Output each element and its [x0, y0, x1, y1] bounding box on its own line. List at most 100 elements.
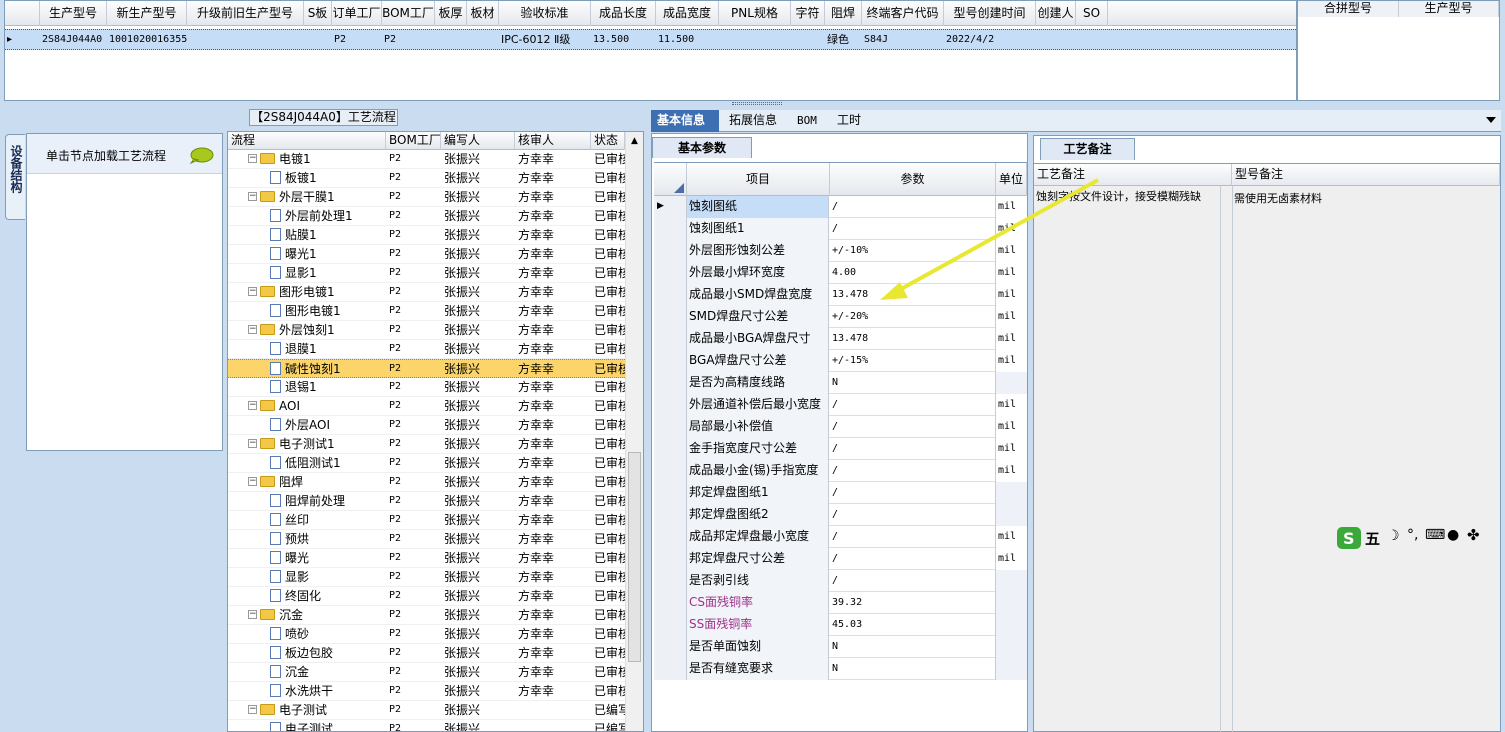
top-cell-11[interactable] — [721, 30, 791, 50]
top-cell-0[interactable]: 2S84J044A0 — [42, 30, 107, 50]
top-cell-15[interactable]: 2022/4/2 — [946, 30, 1036, 50]
tree-row[interactable]: 退膜1 P2 张振兴 方幸幸 已审核 — [228, 340, 626, 359]
tree-row[interactable]: − 图形电镀1 P2 张振兴 方幸幸 已审核 — [228, 283, 626, 302]
top-cell-7[interactable] — [469, 30, 499, 50]
tree-row[interactable]: 水洗烘干 P2 张振兴 方幸幸 已审核 — [228, 682, 626, 701]
tree-row[interactable]: − 电子测试1 P2 张振兴 方幸幸 已审核 — [228, 435, 626, 454]
param-row[interactable]: 成品最小金(锡)手指宽度 / mil — [654, 460, 1027, 482]
tree-row[interactable]: 沉金 P2 张振兴 方幸幸 已审核 — [228, 663, 626, 682]
tree-row[interactable]: 碱性蚀刻1 P2 张振兴 方幸幸 已审核 — [228, 359, 626, 378]
col-model-remark[interactable]: 型号备注 — [1232, 164, 1500, 186]
punctuation-icon[interactable]: °, — [1407, 527, 1418, 543]
param-row[interactable]: 是否为高精度线路 N — [654, 372, 1027, 394]
param-value[interactable]: 39.32 — [830, 592, 996, 614]
collapse-icon[interactable]: − — [248, 401, 257, 410]
equipment-structure-tab[interactable]: 设备结构 — [5, 134, 25, 220]
row-selector[interactable] — [654, 504, 687, 526]
load-header[interactable]: 单击节点加载工艺流程 — [27, 134, 222, 174]
collapse-icon[interactable]: − — [248, 192, 257, 201]
collapse-icon[interactable]: − — [248, 325, 257, 334]
param-value[interactable]: / — [830, 438, 996, 460]
top-col-15[interactable]: 型号创建时间 — [944, 1, 1036, 26]
top-col-1[interactable]: 新生产型号 — [107, 1, 187, 26]
tree-row[interactable]: 喷砂 P2 张振兴 方幸幸 已审核 — [228, 625, 626, 644]
horizontal-splitter[interactable] — [0, 101, 1505, 108]
param-value[interactable]: N — [830, 658, 996, 680]
tree-row[interactable]: 阻焊前处理 P2 张振兴 方幸幸 已审核 — [228, 492, 626, 511]
param-value[interactable]: N — [830, 636, 996, 658]
row-selector[interactable] — [654, 592, 687, 614]
tab-extended-info[interactable]: 拓展信息 — [723, 110, 785, 132]
scroll-thumb[interactable] — [628, 452, 641, 662]
row-selector[interactable] — [654, 394, 687, 416]
top-col-3[interactable]: S板 — [304, 1, 332, 26]
collapse-icon[interactable]: − — [248, 287, 257, 296]
col-reviewer[interactable]: 核审人 — [515, 132, 591, 150]
top-cell-10[interactable]: 11.500 — [658, 30, 719, 50]
tree-row[interactable]: 外层前处理1 P2 张振兴 方幸幸 已审核 — [228, 207, 626, 226]
top-cell-5[interactable]: P2 — [384, 30, 435, 50]
param-value[interactable]: 13.478 — [830, 328, 996, 350]
top-col-5[interactable]: BOM工厂 — [382, 1, 435, 26]
tree-row[interactable]: 贴膜1 P2 张振兴 方幸幸 已审核 — [228, 226, 626, 245]
tree-row[interactable]: 板镀1 P2 张振兴 方幸幸 已审核 — [228, 169, 626, 188]
top-col-9[interactable]: 成品长度 — [591, 1, 656, 26]
top-cell-6[interactable] — [437, 30, 467, 50]
collapse-icon[interactable]: − — [248, 610, 257, 619]
row-selector[interactable] — [654, 372, 687, 394]
top-col-11[interactable]: PNL规格 — [719, 1, 791, 26]
row-selector[interactable] — [654, 240, 687, 262]
param-value[interactable]: / — [830, 482, 996, 504]
tree-row[interactable]: 显影1 P2 张振兴 方幸幸 已审核 — [228, 264, 626, 283]
row-selector[interactable] — [654, 416, 687, 438]
col-prod-model[interactable]: 生产型号 — [1399, 1, 1499, 17]
top-cell-2[interactable] — [189, 30, 304, 50]
param-value[interactable]: N — [830, 372, 996, 394]
tree-row[interactable]: 终固化 P2 张振兴 方幸幸 已审核 — [228, 587, 626, 606]
row-selector[interactable] — [654, 614, 687, 636]
param-value[interactable]: +/-20% — [830, 306, 996, 328]
row-selector[interactable] — [654, 306, 687, 328]
tab-basic-params[interactable]: 基本参数 — [652, 137, 752, 158]
param-row[interactable]: 成品最小BGA焊盘尺寸 13.478 mil — [654, 328, 1027, 350]
row-selector-icon[interactable]: ▸ — [7, 30, 37, 50]
param-row[interactable]: 邦定焊盘尺寸公差 / mil — [654, 548, 1027, 570]
tree-row[interactable]: 图形电镀1 P2 张振兴 方幸幸 已审核 — [228, 302, 626, 321]
param-value[interactable]: / — [830, 570, 996, 592]
col-status[interactable]: 状态 — [591, 132, 625, 150]
tree-row[interactable]: 外层AOI P2 张振兴 方幸幸 已审核 — [228, 416, 626, 435]
collapse-icon[interactable]: − — [248, 705, 257, 714]
tab-work-hours[interactable]: 工时 — [831, 110, 871, 132]
tree-row[interactable]: 丝印 P2 张振兴 方幸幸 已审核 — [228, 511, 626, 530]
param-row[interactable]: 邦定焊盘图纸2/ — [654, 504, 1027, 526]
tree-row[interactable]: − 外层蚀刻1 P2 张振兴 方幸幸 已审核 — [228, 321, 626, 340]
row-selector[interactable] — [654, 438, 687, 460]
tree-row[interactable]: 曝光1 P2 张振兴 方幸幸 已审核 — [228, 245, 626, 264]
tree-row[interactable]: 退锡1 P2 张振兴 方幸幸 已审核 — [228, 378, 626, 397]
row-selector[interactable] — [654, 284, 687, 306]
top-col-2[interactable]: 升级前旧生产型号 — [187, 1, 304, 26]
tab-process-remarks[interactable]: 工艺备注 — [1040, 138, 1135, 160]
param-row[interactable]: 邦定焊盘图纸1/ — [654, 482, 1027, 504]
keyboard-icon[interactable]: ⌨ — [1425, 527, 1445, 543]
col-item[interactable]: 项目 — [687, 163, 830, 196]
top-col-6[interactable]: 板厚 — [435, 1, 467, 26]
row-selector[interactable] — [654, 482, 687, 504]
top-col-13[interactable]: 阻焊 — [825, 1, 862, 26]
tree-row[interactable]: − 电镀1 P2 张振兴 方幸幸 已审核 — [228, 150, 626, 169]
tree-row[interactable]: 曝光 P2 张振兴 方幸幸 已审核 — [228, 549, 626, 568]
row-selector[interactable] — [654, 328, 687, 350]
grid-menu-icon[interactable]: ✤ — [1467, 526, 1480, 544]
row-selector[interactable] — [654, 548, 687, 570]
top-cell-16[interactable] — [1038, 30, 1076, 50]
param-value[interactable]: / — [830, 504, 996, 526]
tree-row[interactable]: 电子测试 P2 张振兴 已编写 — [228, 720, 626, 731]
row-selector[interactable] — [654, 658, 687, 680]
row-selector[interactable] — [654, 350, 687, 372]
param-value[interactable]: / — [830, 526, 996, 548]
tree-row[interactable]: − 电子测试 P2 张振兴 已编写 — [228, 701, 626, 720]
param-value[interactable]: +/-15% — [830, 350, 996, 372]
top-cell-1[interactable]: 10010200163556 — [109, 30, 187, 50]
row-selector[interactable] — [654, 460, 687, 482]
param-row[interactable]: 成品邦定焊盘最小宽度 / mil — [654, 526, 1027, 548]
